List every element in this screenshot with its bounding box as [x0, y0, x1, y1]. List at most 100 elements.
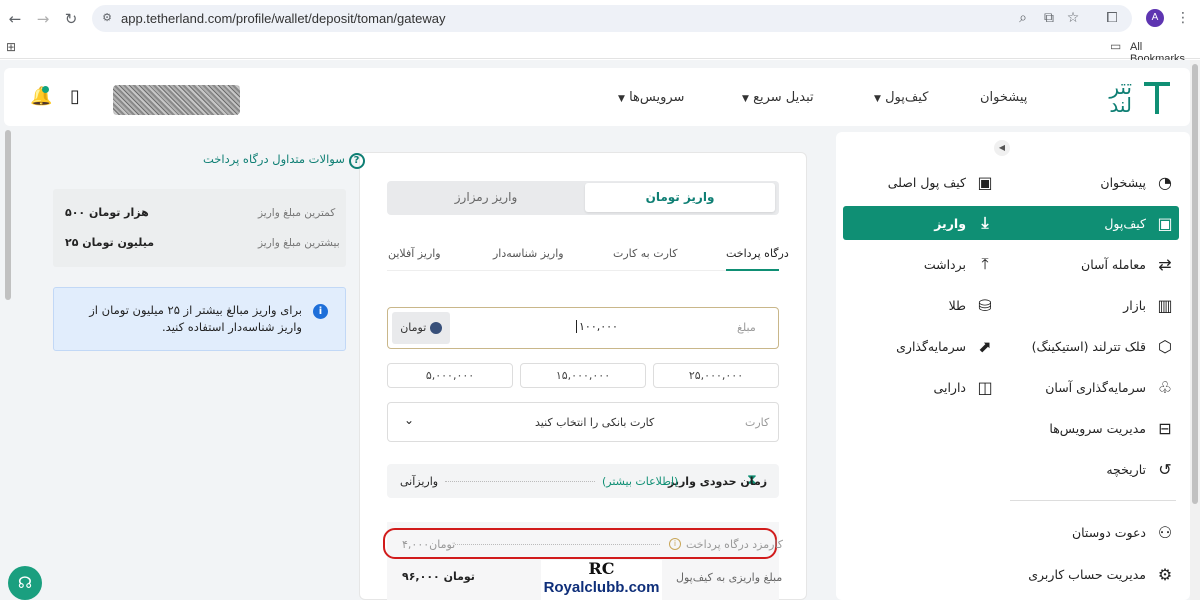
download-icon: ⤓ [981, 213, 989, 232]
zoom-icon[interactable]: ⌕ [1014, 9, 1032, 27]
sidebar-item-services[interactable]: مدیریت سرویس‌ها ⊟ [1010, 411, 1176, 445]
collapse-arrow-icon[interactable]: ◀ [994, 140, 1010, 156]
url-text[interactable]: app.tetherland.com/profile/wallet/deposi… [121, 11, 445, 26]
deposit-limits-box [53, 189, 346, 267]
question-icon: ? [348, 153, 365, 169]
sidebar-label: مدیریت حساب کاربری [1028, 566, 1146, 582]
back-icon[interactable]: ← [5, 9, 25, 29]
gold-bars-icon: ⛁ [978, 295, 992, 315]
toman-coin-icon [429, 322, 442, 334]
sidebar-label: سرمایه‌گذاری آسان [1045, 379, 1146, 395]
sidebar-label: کیف‌پول [1104, 215, 1146, 231]
more-info-link[interactable]: (اطلاعات بیشتر) [602, 475, 678, 488]
briefcase-icon: ⊟ [1158, 418, 1172, 438]
left-scrollbar[interactable] [5, 130, 11, 300]
more-menu-icon[interactable]: ⋮ [1174, 9, 1192, 27]
tab-crypto-deposit[interactable]: واریز رمزارز [389, 183, 583, 212]
sidebar-divider [1010, 500, 1176, 501]
user-plus-icon: ⚇ [1157, 522, 1173, 542]
sidebar-label: دعوت دوستان [1071, 524, 1146, 540]
min-deposit-value: ۵۰۰ هزار تومان [65, 206, 149, 219]
watermark-text: Royalclubb.com [543, 579, 660, 596]
sidebar-item-dashboard[interactable]: پیشخوان ◔ [1010, 165, 1176, 199]
sidebar-sub-gold[interactable]: طلا ⛁ [846, 288, 996, 322]
apps-grid-icon[interactable]: ⊞ [6, 40, 16, 54]
page-scrollbar-thumb[interactable] [1192, 64, 1198, 504]
sidebar-label: دارایی [933, 379, 966, 395]
menu-wallet[interactable]: ▼ کیف‌پول [870, 90, 928, 105]
logo-wordmark[interactable]: تتر لند [1082, 77, 1132, 115]
sidebar-label: قلک تترلند (استیکینگ) [1031, 338, 1146, 354]
subtabs-divider [387, 270, 779, 271]
chevron-down-icon[interactable]: ⌄ [404, 413, 414, 427]
chevron-down-icon: ▼ [874, 94, 881, 104]
subtab-id-deposit[interactable]: واریز شناسه‌دار [493, 247, 564, 260]
profile-avatar[interactable]: A [1146, 9, 1164, 27]
tetherland-logo-icon[interactable] [1144, 82, 1170, 114]
tab-toman-deposit[interactable]: واریز تومان [585, 183, 775, 212]
net-amount-value: ۹۶,۰۰۰ تومان [402, 570, 475, 583]
user-settings-icon: ⚙ [1157, 564, 1173, 584]
deposit-time-label: زمان حدودی واریز [668, 475, 768, 488]
subtab-offline[interactable]: واریز آفلاین [388, 247, 441, 260]
extensions-icon[interactable]: ⧠ [1103, 9, 1121, 27]
install-icon[interactable]: ⧉ [1040, 9, 1058, 27]
active-subtab-underline [726, 269, 779, 271]
user-info-masked[interactable] [113, 85, 240, 115]
info-icon: i [313, 304, 328, 319]
menu-dashboard[interactable]: پیشخوان [980, 90, 1027, 105]
sidebar-label: معامله آسان [1081, 256, 1146, 272]
watermark: RC Royalclubb.com [541, 560, 662, 600]
currency-label: تومان [400, 321, 427, 334]
chevron-down-icon: ▼ [618, 94, 625, 104]
sidebar-sub-deposit[interactable]: واریز ⤓ [846, 206, 996, 240]
preset-amount-button[interactable]: ۲۵,۰۰۰,۰۰۰ [653, 363, 779, 388]
sidebar-item-staking[interactable]: قلک تترلند (استیکینگ) ⬡ [1010, 329, 1176, 363]
reload-icon[interactable]: ↻ [61, 9, 81, 29]
mobile-icon[interactable]: ▯ [70, 86, 80, 107]
info-icon[interactable]: i [669, 538, 681, 550]
sidebar-label: تاریخچه [1106, 461, 1146, 477]
assets-icon: ◫ [977, 377, 993, 397]
dotted-separator [455, 544, 660, 545]
preset-amount-button[interactable]: ۵,۰۰۰,۰۰۰ [387, 363, 513, 388]
dashboard-icon: ◔ [1158, 172, 1172, 192]
sidebar-sub-main-wallet[interactable]: کیف پول اصلی ▣ [846, 165, 996, 199]
sidebar-item-invite[interactable]: دعوت دوستان ⚇ [1010, 515, 1176, 549]
bookmark-star-icon[interactable]: ☆ [1064, 9, 1082, 27]
folder-icon: ▭ [1110, 39, 1122, 53]
trend-chart-icon: ⬈ [978, 336, 992, 356]
sidebar-sub-investment[interactable]: سرمایه‌گذاری ⬈ [846, 329, 996, 363]
amount-value[interactable]: ۱۰۰,۰۰۰ [576, 320, 618, 333]
card-placeholder: کارت بانکی را انتخاب کنید [535, 416, 655, 429]
market-chart-icon: ▥ [1157, 295, 1173, 315]
max-deposit-label: بیشترین مبلغ واریز [258, 237, 340, 249]
site-info-icon[interactable]: ⚙ [98, 9, 116, 27]
menu-quick-swap[interactable]: ▼ تبدیل سریع [738, 90, 814, 105]
gateway-fee-label: کارمزد درگاه پرداخت [686, 538, 784, 551]
sidebar-item-wallet[interactable]: کیف‌پول ▣ [1010, 206, 1176, 240]
watermark-logo: RC [588, 559, 615, 578]
menu-quick-swap-label: تبدیل سریع [753, 90, 814, 105]
chevron-down-icon: ▼ [742, 94, 749, 104]
subtab-card-to-card[interactable]: کارت به کارت [613, 247, 677, 260]
upload-icon: ⤒ [981, 254, 989, 273]
piggy-bank-icon: ⬡ [1158, 336, 1172, 356]
history-icon: ↺ [1158, 459, 1172, 479]
notification-dot [42, 86, 49, 93]
sidebar-sub-assets[interactable]: دارایی ◫ [846, 370, 996, 404]
menu-services[interactable]: ▼ سرویس‌ها [614, 90, 684, 105]
forward-icon[interactable]: → [33, 9, 53, 29]
sidebar-item-history[interactable]: تاریخچه ↺ [1010, 452, 1176, 486]
faq-link[interactable]: سوالات متداول درگاه پرداخت ? [203, 152, 365, 169]
support-headset-icon[interactable]: ☊ [8, 566, 42, 600]
sidebar-item-market[interactable]: بازار ▥ [1010, 288, 1176, 322]
sidebar-item-account[interactable]: مدیریت حساب کاربری ⚙ [1010, 557, 1176, 591]
sidebar-sub-withdraw[interactable]: برداشت ⤒ [846, 247, 996, 281]
max-deposit-value: ۲۵ میلیون تومان [65, 236, 155, 249]
sidebar-item-easy-trade[interactable]: معامله آسان ⇄ [1010, 247, 1176, 281]
preset-amount-button[interactable]: ۱۵,۰۰۰,۰۰۰ [520, 363, 646, 388]
sidebar-item-easy-invest[interactable]: سرمایه‌گذاری آسان ♧ [1010, 370, 1176, 404]
dotted-separator [445, 481, 595, 482]
subtab-gateway[interactable]: درگاه پرداخت [726, 247, 789, 260]
